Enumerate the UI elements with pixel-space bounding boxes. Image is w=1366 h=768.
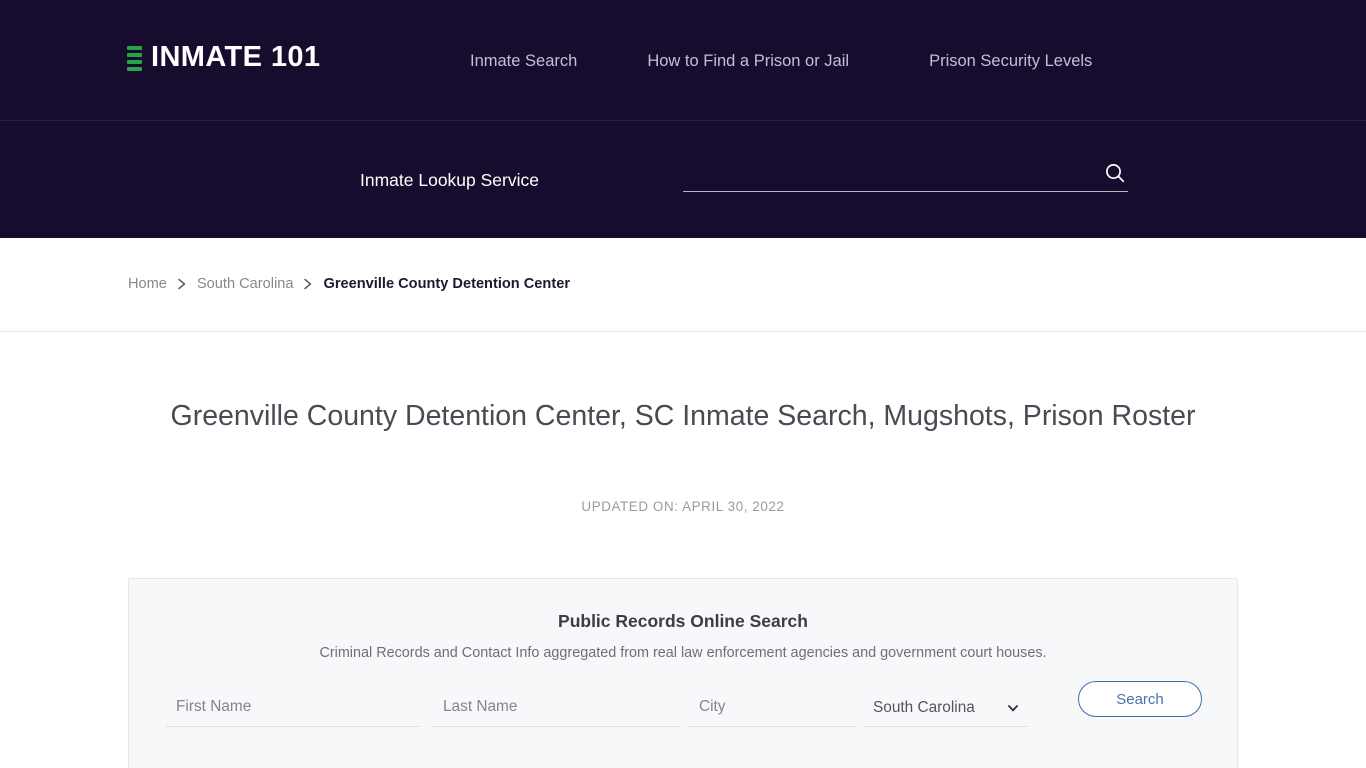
lookup-search-field[interactable] — [683, 158, 1128, 192]
site-logo[interactable]: INMATE 101 — [127, 43, 320, 72]
breadcrumb-item-current: Greenville County Detention Center — [323, 276, 570, 292]
lookup-search-input[interactable] — [683, 158, 1093, 190]
first-name-field[interactable] — [166, 689, 419, 727]
last-name-input[interactable] — [433, 689, 681, 725]
first-name-input[interactable] — [166, 689, 419, 725]
main-navigation: Inmate Search How to Find a Prison or Ja… — [470, 48, 1092, 74]
public-records-card: Public Records Online Search Criminal Re… — [128, 578, 1238, 768]
site-header: INMATE 101 Inmate Search How to Find a P… — [0, 0, 1366, 121]
search-icon — [1106, 164, 1125, 183]
records-search-button[interactable]: Search — [1078, 681, 1202, 717]
nav-item-how-to-find[interactable]: How to Find a Prison or Jail — [647, 48, 849, 74]
breadcrumb-item-state[interactable]: South Carolina — [197, 274, 294, 294]
updated-on-text: UPDATED ON: APRIL 30, 2022 — [581, 499, 785, 514]
last-name-field[interactable] — [433, 689, 681, 727]
card-title: Public Records Online Search — [558, 611, 808, 631]
page-title: Greenville County Detention Center, SC I… — [170, 400, 1196, 432]
lookup-label: Inmate Lookup Service — [360, 170, 539, 190]
state-select[interactable]: South Carolina — [863, 689, 1028, 725]
city-field[interactable] — [689, 689, 856, 727]
bars-icon — [127, 44, 142, 71]
chevron-right-icon — [176, 277, 188, 291]
lookup-search-button[interactable] — [1102, 160, 1128, 186]
lookup-band: Inmate Lookup Service — [0, 121, 1366, 238]
chevron-right-icon — [302, 277, 314, 291]
city-input[interactable] — [689, 689, 856, 725]
nav-item-inmate-search[interactable]: Inmate Search — [470, 48, 577, 74]
card-subtitle: Criminal Records and Contact Info aggreg… — [319, 645, 1047, 661]
breadcrumb-item-home[interactable]: Home — [128, 274, 167, 294]
breadcrumb: Home South Carolina Greenville County De… — [128, 274, 570, 294]
breadcrumb-strip: Home South Carolina Greenville County De… — [0, 238, 1366, 332]
page-body: Greenville County Detention Center, SC I… — [0, 332, 1366, 768]
logo-text: INMATE 101 — [151, 41, 321, 73]
state-field[interactable]: South Carolina — [863, 689, 1028, 727]
records-search-form: South Carolina Search — [166, 681, 1202, 735]
nav-item-security-levels[interactable]: Prison Security Levels — [929, 48, 1092, 74]
